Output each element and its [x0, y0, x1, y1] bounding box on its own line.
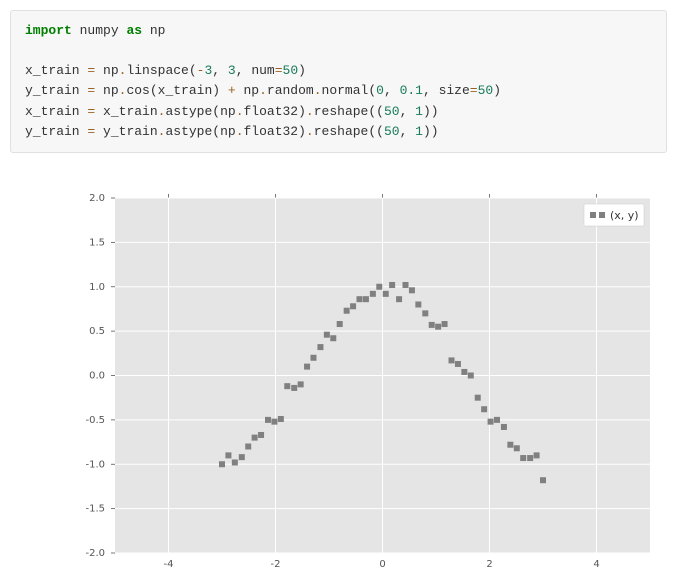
svg-text:-2.0: -2.0 — [85, 548, 105, 559]
kw-as: as — [126, 23, 142, 38]
svg-text:0.5: 0.5 — [89, 326, 105, 337]
svg-text:1.0: 1.0 — [89, 282, 105, 293]
svg-text:4: 4 — [593, 559, 599, 570]
svg-text:1.5: 1.5 — [89, 237, 105, 248]
svg-text:(x, y): (x, y) — [610, 209, 639, 222]
svg-text:2.0: 2.0 — [89, 193, 105, 204]
svg-text:-1.5: -1.5 — [85, 503, 105, 514]
svg-text:2: 2 — [486, 559, 492, 570]
svg-text:-1.0: -1.0 — [85, 459, 105, 470]
svg-text:-4: -4 — [164, 559, 174, 570]
svg-text:-2: -2 — [271, 559, 281, 570]
svg-text:0.0: 0.0 — [89, 370, 105, 381]
code-block: import numpy as np x_train = np.linspace… — [10, 10, 667, 153]
svg-text:-0.5: -0.5 — [85, 415, 105, 426]
svg-text:0: 0 — [379, 559, 385, 570]
kw-import: import — [25, 23, 72, 38]
scatter-chart: -4 -2 0 2 4 -2.0 -1.5 -1.0 -0.5 0.0 0.5 1.0 1.5 2.0 (x… — [10, 183, 667, 578]
